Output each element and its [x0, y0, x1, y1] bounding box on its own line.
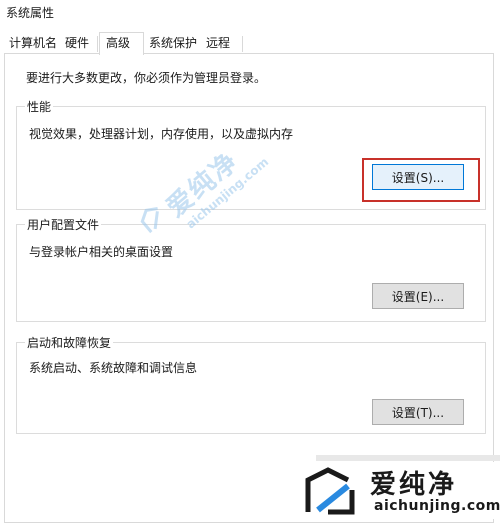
- startup-recovery-settings-button[interactable]: 设置(T)...: [372, 399, 464, 425]
- performance-group-title: 性能: [25, 98, 54, 115]
- tab-advanced[interactable]: 高级: [99, 32, 144, 55]
- system-properties-window: 系统属性 计算机名 硬件 高级 系统保护 远程 要进行大多数更改，你必须作为管理…: [0, 0, 500, 523]
- brand-logo: 爱纯净 aichunjing.com: [296, 462, 500, 519]
- tab-system-protection[interactable]: 系统保护: [146, 34, 200, 53]
- highlight-annotation: [362, 158, 480, 202]
- user-profiles-settings-button[interactable]: 设置(E)...: [372, 283, 464, 309]
- startup-recovery-description: 系统启动、系统故障和调试信息: [29, 361, 198, 375]
- admin-notice: 要进行大多数更改，你必须作为管理员登录。: [26, 71, 267, 85]
- bottom-button-strip: [316, 455, 500, 461]
- brand-name-en: aichunjing.com: [374, 498, 500, 514]
- startup-recovery-group: 启动和故障恢复 系统启动、系统故障和调试信息 设置(T)...: [16, 334, 486, 434]
- title-bar: 系统属性: [0, 0, 500, 30]
- tab-divider: [97, 36, 98, 52]
- tab-hardware[interactable]: 硬件: [62, 34, 92, 53]
- tab-computer-name[interactable]: 计算机名: [6, 34, 60, 53]
- tab-strip: 计算机名 硬件 高级 系统保护 远程: [0, 32, 500, 55]
- user-profiles-group-title: 用户配置文件: [25, 216, 102, 233]
- brand-name-cn: 爱纯净: [370, 470, 458, 500]
- tab-remote[interactable]: 远程: [203, 34, 233, 53]
- startup-recovery-group-title: 启动和故障恢复: [25, 334, 114, 351]
- tab-divider: [242, 36, 243, 52]
- brand-logo-icon: [305, 467, 355, 515]
- window-title: 系统属性: [6, 6, 55, 20]
